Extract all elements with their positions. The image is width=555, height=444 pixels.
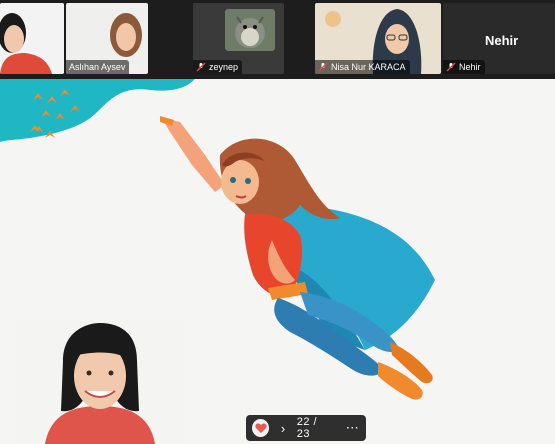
mic-off-icon <box>446 62 456 72</box>
superhero-illustration <box>160 116 435 400</box>
mic-off-icon <box>196 62 206 72</box>
next-slide-icon[interactable]: › <box>275 420 290 436</box>
participant-tile-aslihan[interactable]: Aslıhan Aysev <box>66 3 148 74</box>
participant-tile-zeynep[interactable]: zeynep <box>193 3 284 74</box>
page-counter: 22 / 23 <box>296 416 318 440</box>
name-label: Nisa Nur KARACA <box>315 60 410 74</box>
participant-strip: Aslıhan Aysev zeynep Nisa Nur KARACA Neh… <box>0 0 555 79</box>
name-label: Aslıhan Aysev <box>66 60 130 74</box>
reaction-button[interactable] <box>252 419 270 437</box>
slide-controls: › 22 / 23 ⋯ <box>246 415 366 441</box>
participant-tile-nisa[interactable]: Nisa Nur KARACA <box>315 3 441 74</box>
heart-icon <box>255 423 267 433</box>
avatar <box>325 11 341 27</box>
meeting-stage: › 22 / 23 ⋯ Aslıhan Aysev zeynep Nisa Nu… <box>0 0 555 444</box>
presenter-video <box>15 321 185 444</box>
mic-off-icon <box>318 62 328 72</box>
participant-tile-self[interactable] <box>0 3 64 74</box>
name-label: zeynep <box>193 60 243 74</box>
participant-tile-nehir[interactable]: Nehir Nehir <box>443 3 555 74</box>
name-label: Nehir <box>443 60 485 74</box>
more-options-icon[interactable]: ⋯ <box>345 420 360 436</box>
participant-display-name: Nehir <box>485 33 519 48</box>
